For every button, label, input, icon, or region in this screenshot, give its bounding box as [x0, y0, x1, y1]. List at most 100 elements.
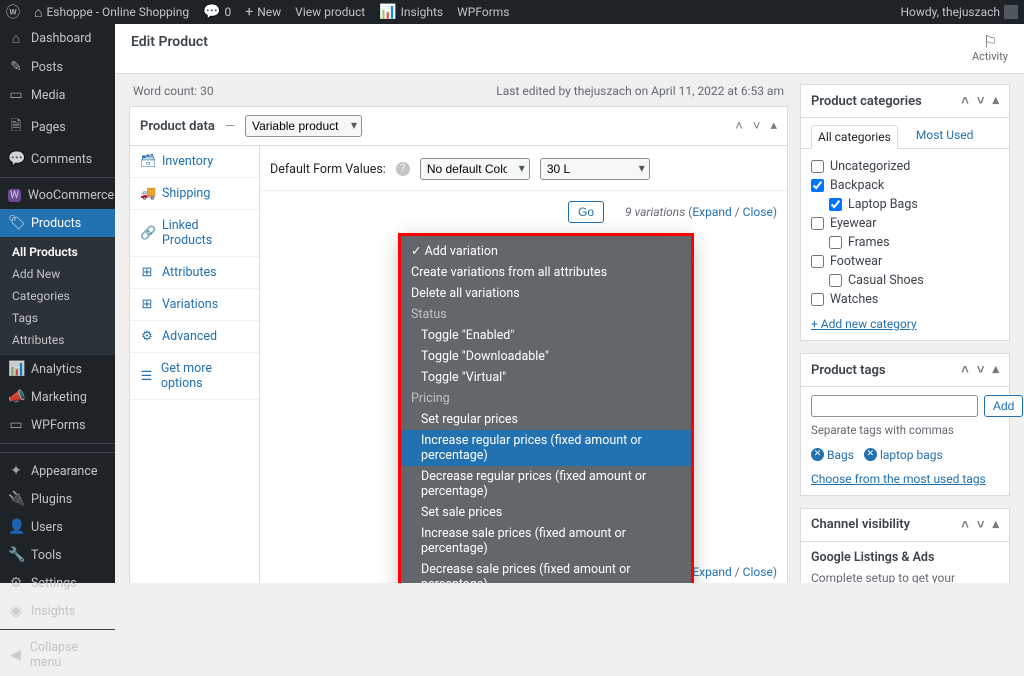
add-tag-button[interactable]: Add: [984, 395, 1023, 417]
tab-attributes[interactable]: ⊞Attributes: [130, 257, 259, 289]
sidebar-item-pages[interactable]: 🗎Pages: [0, 109, 115, 145]
category-footwear[interactable]: Footwear: [811, 252, 999, 271]
sidebar-item-users[interactable]: 👤Users: [0, 513, 115, 541]
product-type-select[interactable]: Variable product: [245, 115, 362, 137]
tab-variations[interactable]: ⊞Variations: [130, 289, 259, 321]
collapse-menu[interactable]: ◀Collapse menu: [0, 634, 115, 676]
category-watches[interactable]: Watches: [811, 290, 999, 309]
dropdown-option[interactable]: Toggle "Virtual": [401, 367, 691, 388]
default-size-select[interactable]: 30 L: [540, 158, 650, 180]
panel-toggle-icon[interactable]: ▴: [992, 93, 999, 109]
add-new-category-link[interactable]: + Add new category: [811, 317, 917, 331]
comments-count[interactable]: 💬0: [203, 4, 231, 20]
close-link-bottom[interactable]: Close: [743, 565, 773, 579]
tab-most-used[interactable]: Most Used: [910, 124, 980, 148]
tag-remove-icon[interactable]: ✕: [811, 448, 824, 461]
tab-icon: ⚙: [140, 329, 154, 344]
category-checkbox[interactable]: [811, 179, 824, 192]
tab-shipping[interactable]: 🚚Shipping: [130, 178, 259, 210]
wpforms-adminbar[interactable]: WPForms: [457, 5, 509, 19]
close-link[interactable]: Close: [743, 205, 773, 219]
sidebar-item-insights[interactable]: ◉Insights: [0, 597, 115, 625]
category-checkbox[interactable]: [829, 198, 842, 211]
variation-bulk-dropdown[interactable]: Add variationCreate variations from all …: [401, 236, 691, 583]
sidebar-item-products[interactable]: 🏷Products: [0, 209, 115, 237]
panel-down-icon[interactable]: ˅: [753, 118, 761, 134]
view-product[interactable]: View product: [295, 5, 365, 19]
panel-toggle-icon[interactable]: ▴: [992, 517, 999, 533]
sidebar-item-appearance[interactable]: ✦Appearance: [0, 457, 115, 485]
panel-up-icon[interactable]: ˄: [735, 118, 743, 134]
tag-chip[interactable]: ✕Bags: [811, 448, 854, 462]
sidebar-subitem-categories[interactable]: Categories: [0, 285, 115, 307]
panel-down-icon[interactable]: ˅: [977, 362, 985, 378]
dropdown-option[interactable]: Increase regular prices (fixed amount or…: [401, 430, 691, 466]
panel-toggle-icon[interactable]: ▴: [770, 118, 777, 134]
dropdown-option[interactable]: Delete all variations: [401, 283, 691, 304]
insights-adminbar[interactable]: 📊Insights: [379, 4, 443, 20]
category-uncategorized[interactable]: Uncategorized: [811, 157, 999, 176]
tab-linked-products[interactable]: 🔗Linked Products: [130, 210, 259, 257]
sidebar-item-marketing[interactable]: 📣Marketing: [0, 383, 115, 411]
sidebar-subitem-all-products[interactable]: All Products: [0, 241, 115, 263]
sidebar-item-comments[interactable]: 💬Comments: [0, 145, 115, 173]
category-frames[interactable]: Frames: [811, 233, 999, 252]
dropdown-option[interactable]: Toggle "Downloadable": [401, 346, 691, 367]
category-backpack[interactable]: Backpack: [811, 176, 999, 195]
category-checkbox[interactable]: [811, 293, 824, 306]
category-eyewear[interactable]: Eyewear: [811, 214, 999, 233]
dropdown-option[interactable]: Decrease sale prices (fixed amount or pe…: [401, 559, 691, 583]
wp-logo[interactable]: ⓦ: [6, 2, 20, 22]
dropdown-option[interactable]: Increase sale prices (fixed amount or pe…: [401, 523, 691, 559]
panel-down-icon[interactable]: ˅: [977, 93, 985, 109]
panel-up-icon[interactable]: ˄: [961, 517, 969, 533]
choose-most-used-tags-link[interactable]: Choose from the most used tags: [811, 472, 986, 486]
sidebar-item-posts[interactable]: ✎Posts: [0, 53, 115, 81]
category-laptop-bags[interactable]: Laptop Bags: [811, 195, 999, 214]
category-checkbox[interactable]: [811, 217, 824, 230]
howdy-user[interactable]: Howdy, thejuszach: [900, 5, 1018, 19]
category-casual-shoes[interactable]: Casual Shoes: [811, 271, 999, 290]
tab-all-categories[interactable]: All categories: [811, 125, 898, 149]
category-checkbox[interactable]: [829, 236, 842, 249]
dropdown-option[interactable]: Decrease regular prices (fixed amount or…: [401, 466, 691, 502]
category-checkbox[interactable]: [829, 274, 842, 287]
category-checkbox[interactable]: [811, 255, 824, 268]
sidebar-subitem-add-new[interactable]: Add New: [0, 263, 115, 285]
sidebar-subitem-attributes[interactable]: Attributes: [0, 329, 115, 351]
expand-link-bottom[interactable]: Expand: [692, 565, 731, 579]
panel-toggle-icon[interactable]: ▴: [992, 362, 999, 378]
expand-link[interactable]: Expand: [692, 205, 731, 219]
site-name[interactable]: ⌂Eshoppe - Online Shopping: [34, 4, 189, 21]
panel-up-icon[interactable]: ˄: [961, 362, 969, 378]
dropdown-option[interactable]: Set sale prices: [401, 502, 691, 523]
sidebar-item-dashboard[interactable]: ⌂Dashboard: [0, 24, 115, 53]
tab-inventory[interactable]: 🗃Inventory: [130, 146, 259, 178]
dropdown-option[interactable]: Create variations from all attributes: [401, 262, 691, 283]
dropdown-option[interactable]: Toggle "Enabled": [401, 325, 691, 346]
panel-up-icon[interactable]: ˄: [961, 93, 969, 109]
sidebar-item-media[interactable]: ▭Media: [0, 81, 115, 109]
activity-link[interactable]: ⚐ Activity: [972, 34, 1008, 63]
tag-remove-icon[interactable]: ✕: [864, 448, 877, 461]
panel-down-icon[interactable]: ˅: [977, 517, 985, 533]
sidebar-item-analytics[interactable]: 📊Analytics: [0, 355, 115, 383]
category-checkbox[interactable]: [811, 160, 824, 173]
sidebar-item-woocommerce[interactable]: WWooCommerce: [0, 182, 115, 209]
default-colour-select[interactable]: No default Colour…: [420, 158, 530, 180]
tab-get-more-options[interactable]: ☰Get more options: [130, 353, 259, 400]
sidebar-subitem-tags[interactable]: Tags: [0, 307, 115, 329]
sidebar-item-tools[interactable]: 🔧Tools: [0, 541, 115, 569]
sidebar-item-plugins[interactable]: 🔌Plugins: [0, 485, 115, 513]
dropdown-option[interactable]: Add variation: [401, 240, 691, 262]
sidebar-item-wpforms[interactable]: ▭WPForms: [0, 411, 115, 439]
help-icon[interactable]: ?: [396, 162, 410, 176]
sidebar-item-settings[interactable]: ⚙Settings: [0, 569, 115, 597]
tag-chip[interactable]: ✕laptop bags: [864, 448, 943, 462]
tags-hint: Separate tags with commas: [811, 423, 999, 437]
dropdown-option[interactable]: Set regular prices: [401, 409, 691, 430]
go-button[interactable]: Go: [568, 201, 604, 223]
new-content[interactable]: +New: [245, 4, 281, 20]
tab-advanced[interactable]: ⚙Advanced: [130, 321, 259, 353]
tags-input[interactable]: [811, 395, 978, 417]
